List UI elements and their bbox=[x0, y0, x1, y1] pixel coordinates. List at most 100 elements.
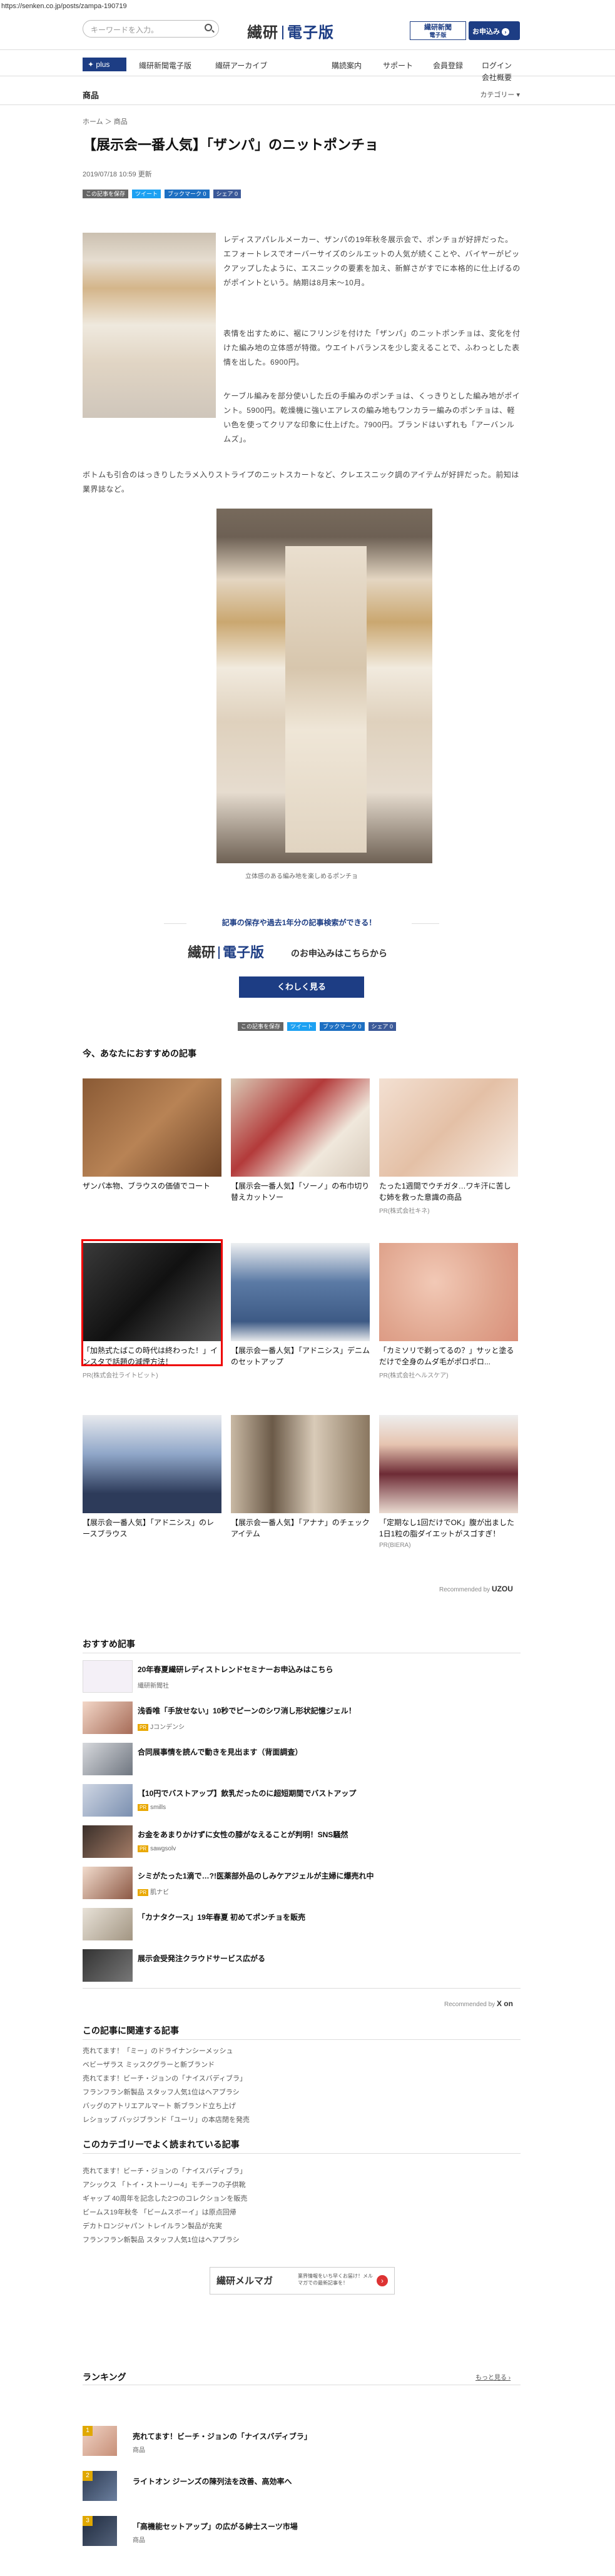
card-title: 「カミソリで剃ってるの？」サッと塗るだけで全身のムダ毛がポロポロ... bbox=[379, 1346, 514, 1366]
recommend-card[interactable]: 【展示会一番人気】「アドニシス」のレースブラウス bbox=[83, 1415, 221, 1539]
card-image bbox=[231, 1415, 370, 1513]
list-item[interactable]: 合同展事情を読んで動きを見出ます（背面調査） bbox=[83, 1740, 521, 1777]
recommend-card[interactable]: 【展示会一番人気】「アナナ」のチェックアイテム bbox=[231, 1415, 370, 1539]
plus-button[interactable]: ✦ plus bbox=[83, 58, 126, 71]
category-item[interactable]: 売れてます！ビーチ・ジョンの「ナイスバディブラ」 bbox=[83, 2164, 247, 2178]
list-item[interactable]: 20年春夏繊研レディストレンドセミナーお申込みはこちら 繊研新聞社 bbox=[83, 1658, 521, 1694]
recommend-card[interactable]: 「定期なし1回だけでOK」腹が出ました1日1粒の脂ダイエットがスゴすぎ！ PR(B… bbox=[379, 1415, 518, 1549]
facebook-share-button-bottom[interactable]: シェア 0 bbox=[368, 1022, 397, 1031]
search-icon[interactable] bbox=[205, 24, 212, 31]
nav-item-subscribe[interactable]: 購読案内 bbox=[332, 60, 362, 71]
nav-item-login[interactable]: ログイン bbox=[482, 60, 512, 71]
search-input[interactable]: キーワードを入力。 bbox=[83, 20, 219, 38]
mailmag-subtext: 業界情報をいち早くお届け！メルマガでの最新記事を！ bbox=[298, 2273, 373, 2286]
list-divider-bottom bbox=[83, 1988, 521, 1989]
card-image bbox=[231, 1078, 370, 1177]
apply-button[interactable]: お申込み › bbox=[469, 21, 520, 40]
pr-badge: PR bbox=[138, 1804, 149, 1811]
article-paragraph-1: レディスアパレルメーカー、ザンパの19年秋冬展示会で、ポンチョが好評だった。エフ… bbox=[223, 235, 521, 287]
category-item[interactable]: フランフラン新製品 スタッフ人気1位はヘアブラシ bbox=[83, 2233, 240, 2247]
ranking-item[interactable]: 3 「高機能セットアップ」の広がる紳士スーツ市場 商品 bbox=[83, 2516, 521, 2547]
list-item[interactable]: お金をあまりかけずに女性の膝がなえることが判明！SNS騒然 PR sawgsolv bbox=[83, 1823, 521, 1859]
list-item[interactable]: 浅香唯「手放せない」10秒でピーンのシワ消し形状記憶ジェル！ PR Jコンデンシ bbox=[83, 1699, 521, 1735]
list-item-source: 繊研新聞社 bbox=[138, 1683, 169, 1690]
save-button-bottom[interactable]: この記事を保存 bbox=[238, 1022, 284, 1031]
bookmark-button[interactable]: ブックマーク 0 bbox=[165, 190, 210, 198]
list-thumb bbox=[83, 1908, 133, 1940]
nav-item-company[interactable]: 会社概要 bbox=[482, 72, 512, 83]
list-item[interactable]: 展示会受発注クラウドサービス広がる bbox=[83, 1947, 521, 1983]
card-pr: PR(株式会社キネ) bbox=[379, 1208, 430, 1215]
nav-item-denshiban[interactable]: 繊研新聞電子版 bbox=[139, 60, 191, 71]
list-title: おすすめ記事 bbox=[83, 1639, 135, 1649]
share-bar-top: この記事を保存 ツイート ブックマーク 0 シェア 0 bbox=[83, 190, 241, 198]
promo-logo-left: 繊研 bbox=[188, 945, 216, 961]
ranking-item-title: 売れてます！ビーチ・ジョンの「ナイスバディブラ」 bbox=[133, 2432, 312, 2441]
recommend-card[interactable]: たった1週間でウチガタ…ワキ汗に苦しむ姉を救った意識の商品 PR(株式会社キネ) bbox=[379, 1078, 518, 1215]
list-item[interactable]: 「カナタクース」19年春夏 初めてポンチョを販売 bbox=[83, 1905, 521, 1942]
card-pr: PR(株式会社ヘルスケア) bbox=[379, 1372, 449, 1379]
related-item[interactable]: 売れてます！ビーチ・ジョンの「ナイスバディブラ」 bbox=[83, 2072, 247, 2086]
share-bar-bottom: この記事を保存 ツイート ブックマーク 0 シェア 0 bbox=[238, 1022, 397, 1031]
newspaper-badge[interactable]: 繊研新聞 電子版 bbox=[410, 21, 466, 40]
category-item[interactable]: デカトロンジャパン トレイルラン製品が充実 bbox=[83, 2219, 222, 2233]
main-nav: ✦ plus 繊研新聞電子版 繊研アーカイブ 購読案内 サポート 会員登録 ログ… bbox=[0, 50, 615, 76]
pr-badge: PR bbox=[138, 1724, 149, 1731]
nav-item-archive[interactable]: 繊研アーカイブ bbox=[215, 60, 267, 71]
related-item[interactable]: バッグのアトリエアルマート 新ブランド立ち上げ bbox=[83, 2099, 236, 2113]
highlight-frame bbox=[81, 1239, 223, 1366]
list-thumb bbox=[83, 1784, 133, 1817]
mailmag-banner[interactable]: 繊研メルマガ 業界情報をいち早くお届け！メルマガでの最新記事を！ › bbox=[210, 2267, 395, 2295]
ranking-item-title: ライトオン ジーンズの陳列法を改善、高効率へ bbox=[133, 2477, 292, 2486]
article-photo-2 bbox=[216, 509, 432, 863]
ranking-title: ランキング bbox=[83, 2372, 126, 2382]
recommend-card[interactable]: 「カミソリで剃ってるの？」サッと塗るだけで全身のムダ毛がポロポロ... PR(株式… bbox=[379, 1243, 518, 1379]
nav-item-support[interactable]: サポート bbox=[383, 60, 413, 71]
recommend-card[interactable]: ザンパ本物、ブラウスの価値でコート bbox=[83, 1078, 221, 1192]
browser-url[interactable]: https://senken.co.jp/posts/zampa-190719 bbox=[0, 0, 615, 14]
site-logo[interactable]: 繊研 電子版 bbox=[247, 20, 334, 42]
list-thumb bbox=[83, 1867, 133, 1899]
tweet-button-bottom[interactable]: ツイート bbox=[287, 1022, 317, 1031]
list-item[interactable]: シミがたった1滴で…?!医薬部外品のしみケアジェルが主婦に爆売れ中 PR 肌ナビ bbox=[83, 1864, 521, 1900]
pr-badge: PR bbox=[138, 1889, 149, 1896]
category-item[interactable]: アシックス 「トイ・ストーリー4」モチーフの子供靴 bbox=[83, 2178, 246, 2192]
nav-item-register[interactable]: 会員登録 bbox=[433, 60, 463, 71]
related-item[interactable]: レショップ バッジブランド「ユーリ」の本店閉を発売 bbox=[83, 2113, 250, 2127]
recommend-card[interactable]: 【展示会一番人気】「アドニシス」デニムのセットアップ bbox=[231, 1243, 370, 1367]
article-paragraph-4: ボトムも引合のはっきりしたラメ入りストライプのニットスカートなど、クレエスニック… bbox=[83, 470, 519, 494]
uzou-logo[interactable]: UZOU bbox=[492, 1585, 513, 1593]
tweet-button[interactable]: ツイート bbox=[132, 190, 161, 198]
category-bar: 商品 カテゴリー ▾ bbox=[0, 83, 615, 105]
list-item[interactable]: 【10円でバストアップ】飲乳だったのに超短期間でバストアップ PR smills bbox=[83, 1782, 521, 1818]
ranking-item[interactable]: 2 ライトオン ジーンズの陳列法を改善、高効率へ bbox=[83, 2471, 521, 2502]
list-item-title: 浅香唯「手放せない」10秒でピーンのシワ消し形状記憶ジェル！ bbox=[138, 1706, 356, 1715]
recommended-by-xon: Recommended by X on bbox=[444, 1999, 513, 2008]
list-item-title: お金をあまりかけずに女性の膝がなえることが判明！SNS騒然 bbox=[138, 1830, 348, 1839]
ranking-more-link[interactable]: もっと見る › bbox=[475, 2372, 511, 2381]
category-menu[interactable]: カテゴリー ▾ bbox=[480, 89, 520, 99]
promo-details-button[interactable]: くわしく見る bbox=[239, 976, 364, 998]
breadcrumb[interactable]: ホーム ＞ 商品 bbox=[83, 116, 128, 126]
card-title: たった1週間でウチガタ…ワキ汗に苦しむ姉を救った意識の商品 bbox=[379, 1182, 511, 1202]
related-item[interactable]: 売れてます！「ミー」のドライナンシーメッシュ bbox=[83, 2044, 233, 2058]
recommend-card[interactable]: 【展示会一番人気】「ソーノ」の布巾切り替えカットソー bbox=[231, 1078, 370, 1203]
list-item-source-text: smills bbox=[150, 1804, 166, 1811]
list-thumb bbox=[83, 1743, 133, 1775]
xon-logo[interactable]: X on bbox=[497, 1999, 513, 2008]
list-thumb bbox=[83, 1660, 133, 1693]
category-item[interactable]: ギャップ 40周年を記念した2つのコレクションを販売 bbox=[83, 2192, 247, 2206]
facebook-share-button[interactable]: シェア 0 bbox=[213, 190, 241, 198]
related-item[interactable]: フランフラン新製品 スタッフ人気1位はヘアブラシ bbox=[83, 2086, 240, 2099]
ranking-item[interactable]: 1 売れてます！ビーチ・ジョンの「ナイスバディブラ」 商品 bbox=[83, 2426, 521, 2457]
ranking-item-title: 「高機能セットアップ」の広がる紳士スーツ市場 bbox=[133, 2522, 298, 2531]
list-item-title: 「カナタクース」19年春夏 初めてポンチョを販売 bbox=[138, 1913, 306, 1922]
related-item[interactable]: ベビーザラス ミッスクグラーと新ブランド bbox=[83, 2058, 215, 2072]
card-image bbox=[83, 1078, 221, 1177]
bookmark-button-bottom[interactable]: ブックマーク 0 bbox=[320, 1022, 365, 1031]
save-button[interactable]: この記事を保存 bbox=[83, 190, 129, 198]
list-thumb bbox=[83, 1825, 133, 1858]
card-image bbox=[379, 1415, 518, 1513]
category-item[interactable]: ビームス19年秋冬 「ビームスボーイ」は原点回帰 bbox=[83, 2206, 236, 2219]
plus-label: plus bbox=[96, 60, 110, 69]
